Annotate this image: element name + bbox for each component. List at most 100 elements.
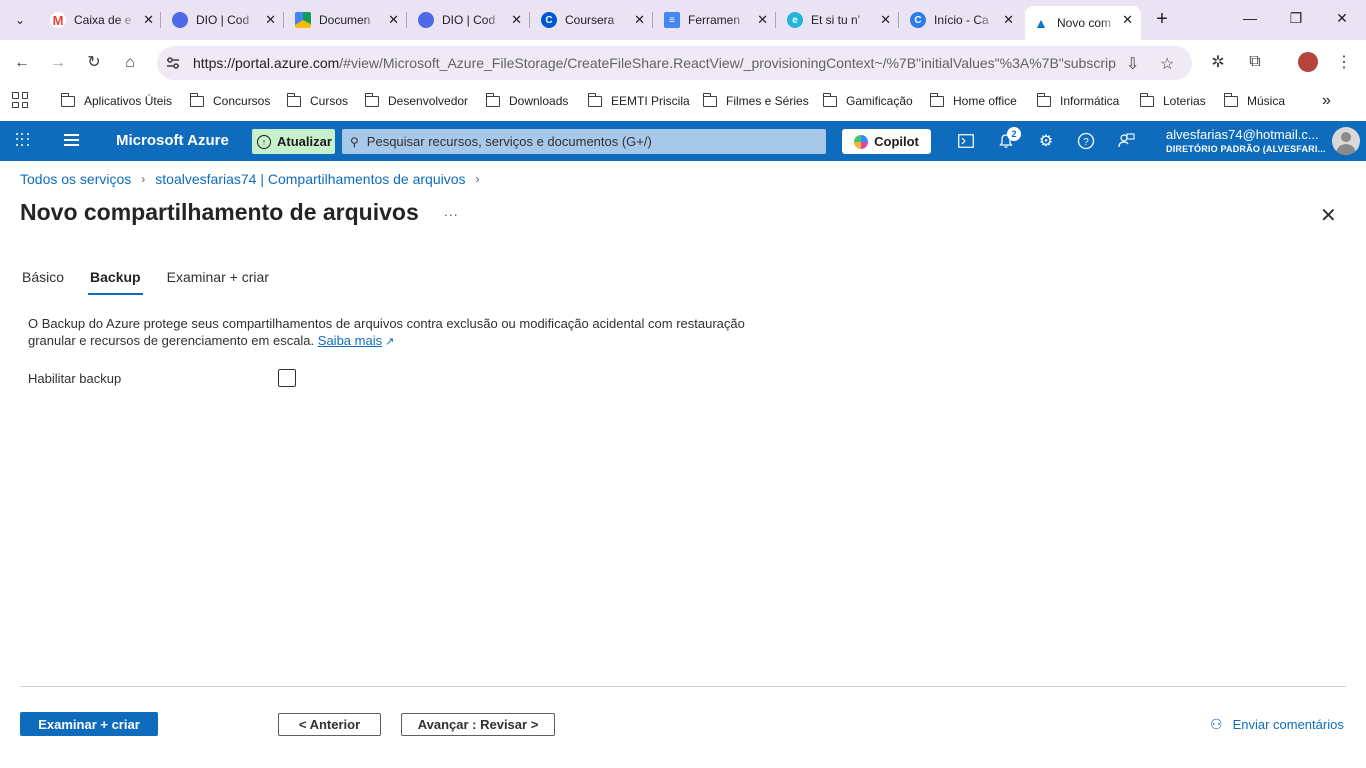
folder-icon	[286, 92, 301, 107]
bookmark-folder[interactable]: Cursos	[286, 92, 348, 110]
browser-tab[interactable]: Documen ✕	[287, 6, 407, 34]
breadcrumb-link-all-services[interactable]: Todos os serviços	[20, 171, 131, 187]
bookmark-folder[interactable]: Gamificação	[822, 92, 913, 110]
azure-brand[interactable]: Microsoft Azure	[116, 132, 229, 149]
extension-shield-icon[interactable]: ✲	[1208, 52, 1228, 72]
bookmark-folder[interactable]: Concursos	[189, 92, 270, 110]
user-avatar[interactable]	[1332, 127, 1360, 155]
tab-backup[interactable]: Backup	[88, 266, 143, 296]
bookmark-folder[interactable]: Downloads	[485, 92, 568, 110]
upgrade-button[interactable]: ↑ Atualizar	[252, 129, 335, 154]
browser-tab[interactable]: DIO | Cod ✕	[410, 6, 530, 34]
bookmark-star-icon[interactable]: ☆	[1160, 54, 1174, 74]
browser-tab[interactable]: M Caixa de e ✕	[42, 6, 162, 34]
tab-close-icon[interactable]: ✕	[1003, 12, 1014, 28]
browser-tab-active[interactable]: ▲ Novo com ✕	[1025, 6, 1141, 40]
page-title: Novo compartilhamento de arquivos	[20, 199, 419, 225]
bookmark-folder[interactable]: Aplicativos Úteis	[60, 92, 172, 110]
next-review-button[interactable]: Avançar : Revisar >	[401, 713, 555, 736]
copilot-button[interactable]: Copilot	[842, 129, 931, 154]
back-arrow-icon[interactable]: ←	[11, 52, 33, 74]
azure-top-bar: Microsoft Azure ↑ Atualizar ⚲ Pesquisar …	[0, 121, 1366, 161]
edge-icon: e	[787, 12, 803, 28]
previous-button[interactable]: < Anterior	[278, 713, 381, 736]
extensions-puzzle-icon[interactable]: ⧉	[1245, 52, 1265, 72]
more-bookmarks-chevron-icon[interactable]: »	[1322, 92, 1331, 110]
close-blade-icon[interactable]: ✕	[1320, 203, 1337, 228]
bookmark-folder[interactable]: Loterias	[1139, 92, 1206, 110]
tab-title: Início - Ca	[934, 13, 989, 27]
folder-icon	[1223, 92, 1238, 107]
tab-title: Ferramen	[688, 13, 741, 27]
tab-title: Novo com	[1057, 16, 1112, 30]
bookmark-folder[interactable]: Informática	[1036, 92, 1119, 110]
help-icon[interactable]: ?	[1076, 131, 1096, 151]
tab-close-icon[interactable]: ✕	[634, 12, 645, 28]
svg-text:?: ?	[1083, 137, 1089, 148]
footer-divider	[20, 686, 1346, 687]
enable-backup-checkbox[interactable]	[278, 369, 296, 387]
tab-title: Coursera	[565, 13, 615, 27]
reload-icon[interactable]: ↻	[83, 52, 105, 74]
feedback-icon: ⚇	[1210, 716, 1223, 732]
install-app-icon[interactable]: ⇩	[1126, 54, 1139, 74]
bookmark-folder[interactable]: Desenvolvedor	[364, 92, 468, 110]
new-tab-plus-icon[interactable]: +	[1152, 8, 1172, 31]
forward-arrow-icon[interactable]: →	[47, 52, 69, 74]
external-link-icon: ↗	[385, 336, 395, 348]
user-email: alvesfarias74@hotmail.c...	[1166, 127, 1319, 142]
copilot-icon	[854, 134, 869, 149]
url-text[interactable]: https://portal.azure.com/#view/Microsoft…	[193, 55, 1117, 71]
tab-review-create[interactable]: Examinar + criar	[165, 266, 271, 296]
global-search-input[interactable]: ⚲ Pesquisar recursos, serviços e documen…	[342, 129, 826, 154]
tab-search-chevron-icon[interactable]: ⌄	[6, 7, 34, 33]
portal-menu-hamburger-icon[interactable]	[64, 134, 79, 146]
browser-tab[interactable]: e Et si tu n' ✕	[779, 6, 899, 34]
browser-menu-icon[interactable]: ⋮	[1334, 52, 1354, 72]
browser-tab[interactable]: C Coursera ✕	[533, 6, 653, 34]
account-info[interactable]: alvesfarias74@hotmail.c... DIRETÓRIO PAD…	[1166, 127, 1326, 154]
breadcrumb-link-storage-account[interactable]: stoalvesfarias74 | Compartilhamentos de …	[155, 171, 465, 187]
folder-icon	[822, 92, 837, 107]
apps-grid-icon[interactable]	[12, 92, 28, 108]
minimize-icon[interactable]: —	[1240, 10, 1260, 26]
notification-count-badge: 2	[1007, 127, 1021, 141]
send-feedback-link[interactable]: ⚇ Enviar comentários	[1210, 716, 1344, 733]
coursera-icon: C	[541, 12, 557, 28]
window-close-icon[interactable]: ✕	[1332, 10, 1352, 27]
app-launcher-waffle-icon[interactable]	[16, 133, 30, 147]
gmail-icon: M	[50, 12, 66, 28]
settings-gear-icon[interactable]: ⚙	[1036, 131, 1056, 151]
more-options-icon[interactable]: ...	[444, 203, 459, 219]
tab-close-icon[interactable]: ✕	[388, 12, 399, 28]
restore-icon[interactable]: ❐	[1286, 10, 1306, 27]
feedback-person-icon[interactable]	[1116, 131, 1136, 151]
profile-avatar[interactable]	[1298, 52, 1318, 72]
learn-more-link[interactable]: Saiba mais	[318, 333, 382, 348]
tab-close-icon[interactable]: ✕	[757, 12, 768, 28]
tab-close-icon[interactable]: ✕	[265, 12, 276, 28]
folder-icon	[929, 92, 944, 107]
cloud-shell-icon[interactable]	[956, 131, 976, 151]
browser-tab[interactable]: ≡ Ferramen ✕	[656, 6, 776, 34]
bookmark-folder[interactable]: Home office	[929, 92, 1017, 110]
tab-title: Et si tu n'	[811, 13, 860, 27]
tab-close-icon[interactable]: ✕	[1122, 12, 1133, 28]
browser-tab[interactable]: C Início - Ca ✕	[902, 6, 1022, 34]
bookmark-folder[interactable]: EEMTI Priscila	[587, 92, 690, 110]
browser-tab[interactable]: DIO | Cod ✕	[164, 6, 284, 34]
address-bar[interactable]: https://portal.azure.com/#view/Microsoft…	[157, 46, 1192, 80]
tab-close-icon[interactable]: ✕	[880, 12, 891, 28]
bookmark-folder[interactable]: Filmes e Séries	[702, 92, 809, 110]
folder-icon	[364, 92, 379, 107]
folder-icon	[485, 92, 500, 107]
home-icon[interactable]: ⌂	[119, 52, 141, 74]
bookmark-folder[interactable]: Música	[1223, 92, 1285, 110]
canva-icon: C	[910, 12, 926, 28]
review-create-button[interactable]: Examinar + criar	[20, 712, 158, 736]
site-settings-icon[interactable]	[165, 55, 181, 71]
tab-close-icon[interactable]: ✕	[143, 12, 154, 28]
tab-basic[interactable]: Básico	[20, 266, 66, 296]
tab-title: Caixa de e	[74, 13, 132, 27]
tab-close-icon[interactable]: ✕	[511, 12, 522, 28]
